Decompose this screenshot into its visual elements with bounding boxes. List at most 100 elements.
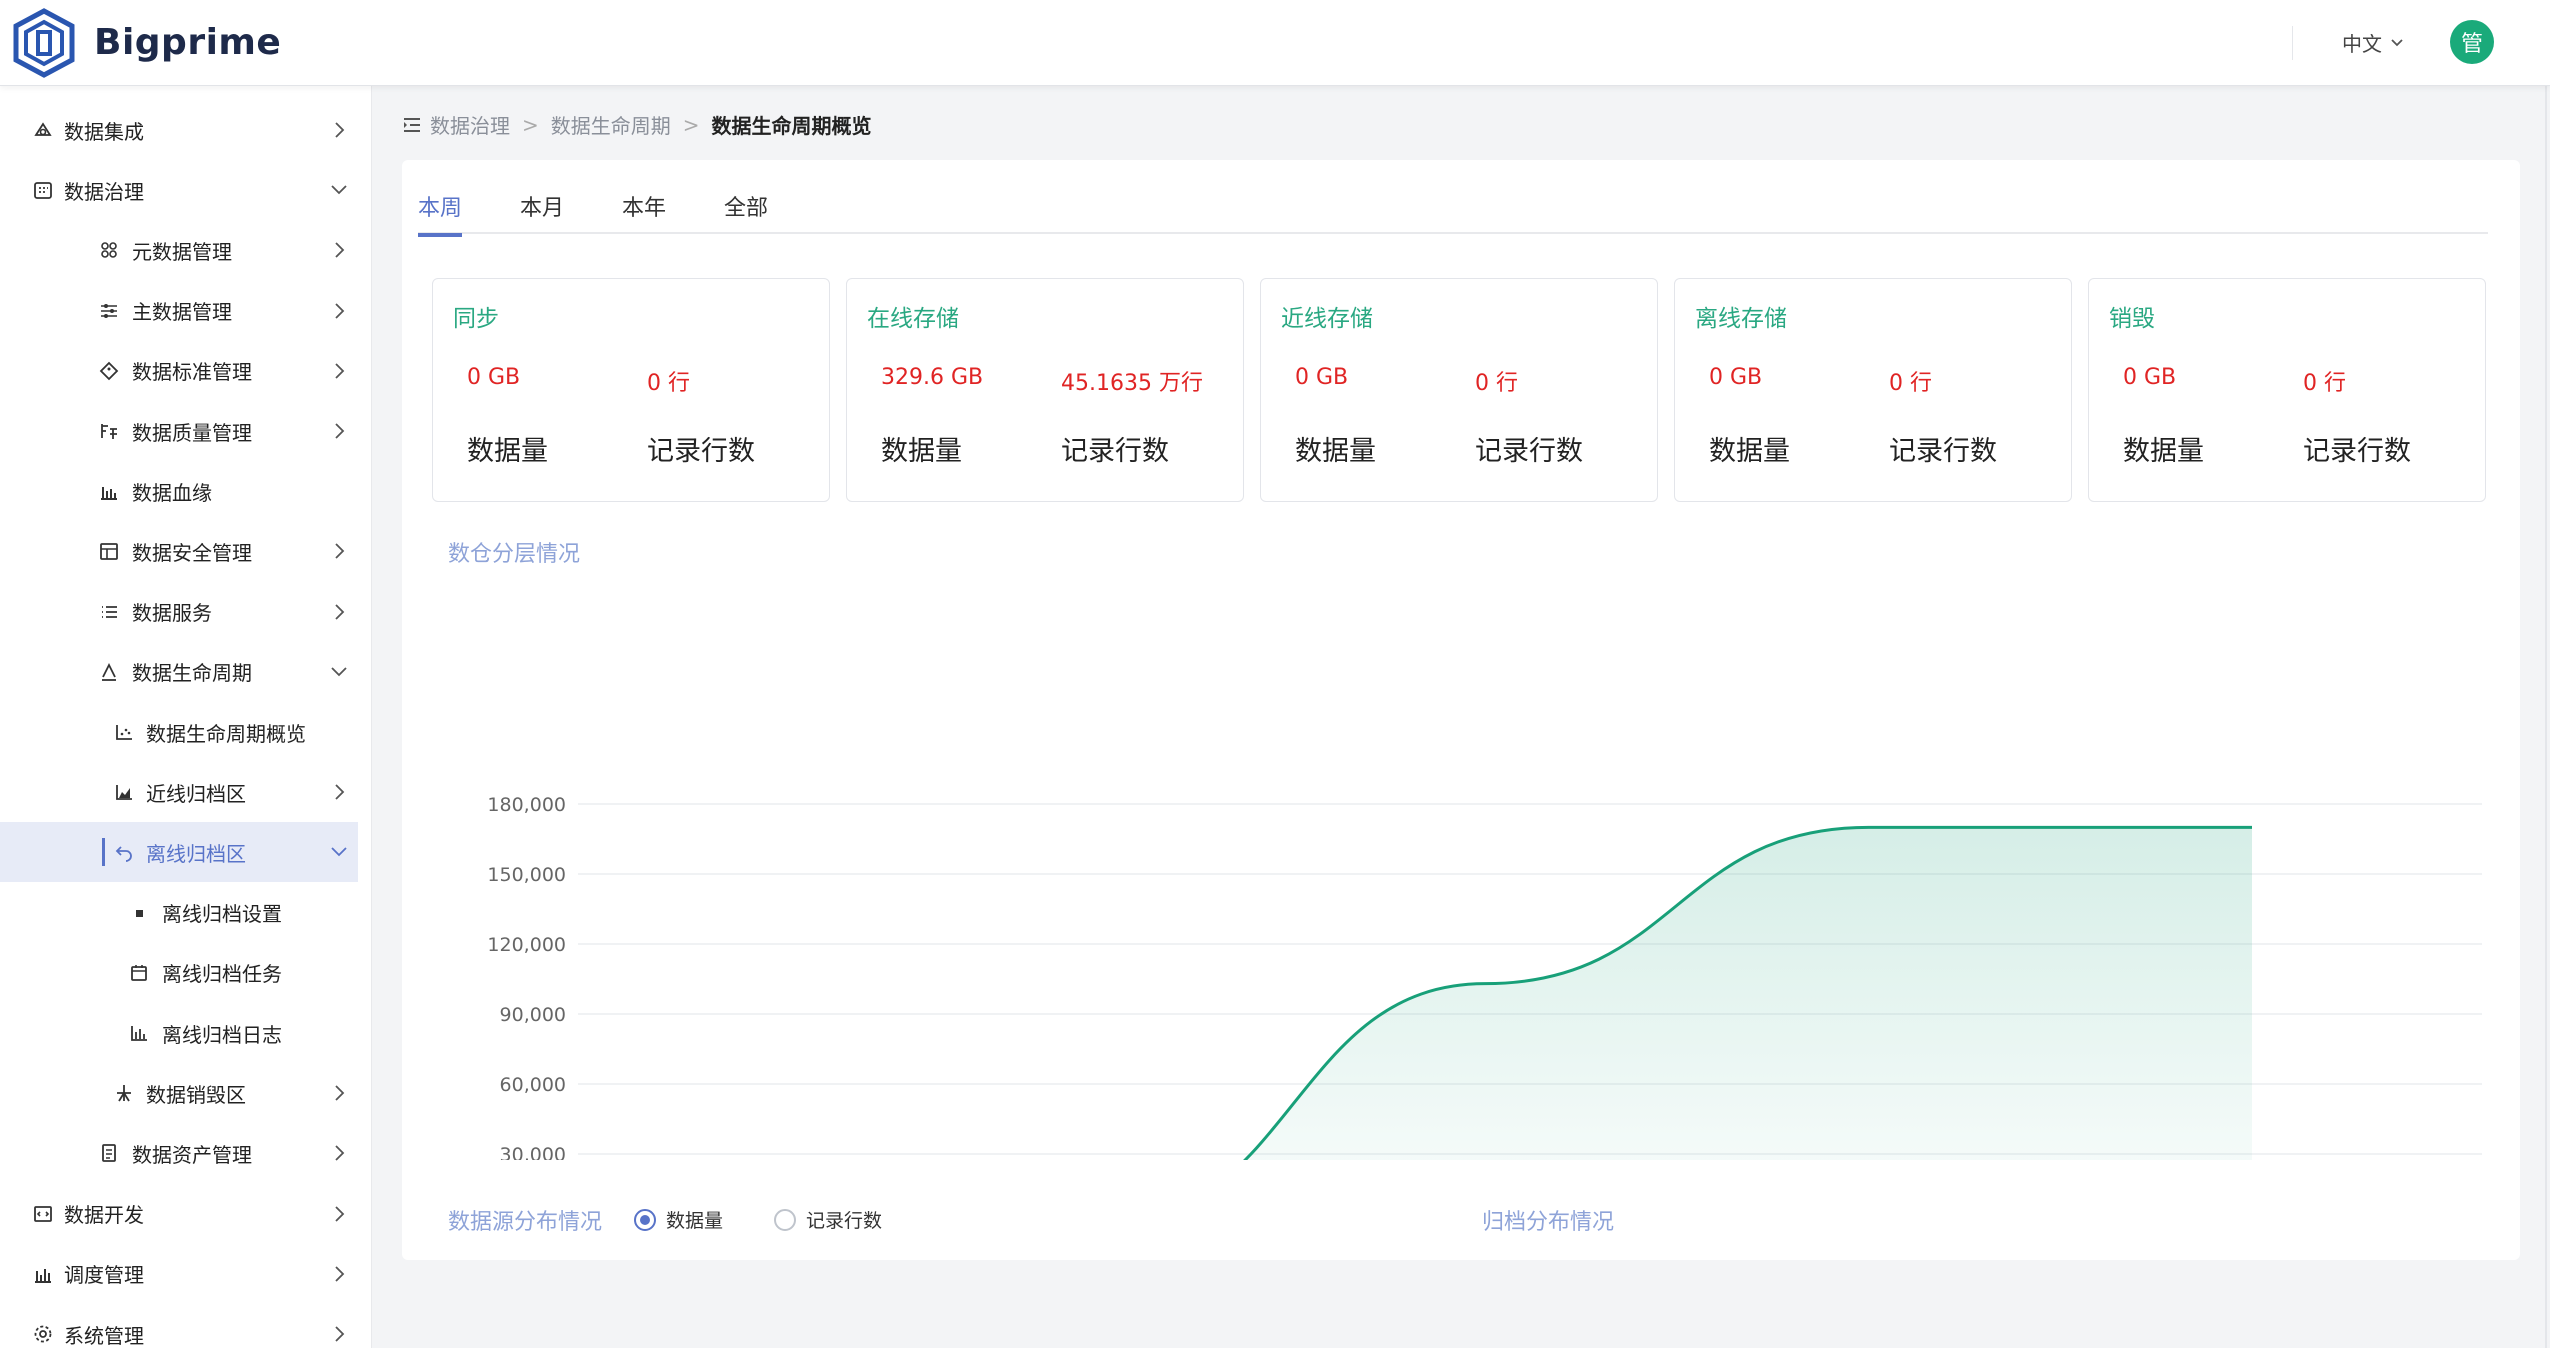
header-divider bbox=[2292, 26, 2293, 60]
sidebar-item[interactable]: 数据服务 bbox=[0, 582, 358, 642]
chevron-right-icon[interactable] bbox=[330, 302, 348, 320]
sidebar-item[interactable]: 主数据管理 bbox=[0, 281, 358, 341]
stat-size-value: 0 GB bbox=[2123, 365, 2177, 390]
chevron-right-icon[interactable] bbox=[330, 121, 348, 139]
chevron-right-icon[interactable] bbox=[330, 783, 348, 801]
radio-record-count[interactable]: 记录行数 bbox=[774, 1206, 882, 1233]
sidebar-item[interactable]: 数据开发 bbox=[0, 1184, 358, 1244]
language-switch[interactable]: 中文 bbox=[2342, 28, 2404, 57]
active-indicator bbox=[102, 838, 105, 867]
breadcrumb-current: 数据生命周期概览 bbox=[711, 114, 872, 138]
stat-card: 同步 0 GB 0 行数据量 记录行数 bbox=[432, 278, 830, 502]
stat-title: 销毁 bbox=[2109, 306, 2155, 332]
chevron-right-icon[interactable] bbox=[330, 1144, 348, 1162]
chevron-right-icon[interactable] bbox=[330, 241, 348, 259]
sidebar-item[interactable]: 数据血缘 bbox=[0, 461, 358, 521]
stat-rows-value: 0 行 bbox=[2303, 371, 2346, 396]
sidebar-item-label: 近线归档区 bbox=[146, 781, 246, 806]
stat-rows-value: 45.1635 万行 bbox=[1061, 371, 1203, 396]
radio-data-size[interactable]: 数据量 bbox=[634, 1206, 723, 1233]
stat-title: 离线存储 bbox=[1695, 306, 1787, 332]
sidebar-item[interactable]: 离线归档日志 bbox=[0, 1003, 358, 1063]
stat-size-value: 0 GB bbox=[1295, 365, 1349, 390]
sidebar-item[interactable]: 近线归档区 bbox=[0, 762, 358, 822]
stat-rows-value: 0 行 bbox=[1889, 371, 1932, 396]
column-chart-icon bbox=[131, 1026, 147, 1041]
sliders-icon bbox=[101, 303, 117, 318]
breadcrumb-separator: > bbox=[522, 112, 539, 137]
sidebar-item-label: 数据生命周期 bbox=[132, 661, 252, 686]
sidebar-item[interactable]: 调度管理 bbox=[0, 1244, 358, 1304]
stat-rows-value: 0 行 bbox=[1475, 371, 1518, 396]
sidebar-item-label: 数据安全管理 bbox=[132, 540, 252, 565]
sidebar-item[interactable]: 离线归档设置 bbox=[0, 883, 358, 943]
chevron-down-icon[interactable] bbox=[330, 181, 348, 199]
y-tick-label: 30,000 bbox=[500, 1144, 566, 1160]
sidebar: 数据集成 数据治理 元数据管理 主数据管理 数据标准管理数据质量管理数据血缘数据安全管理… bbox=[0, 86, 372, 1348]
radio-circle[interactable] bbox=[774, 1208, 796, 1231]
sidebar-item-label: 离线归档区 bbox=[146, 841, 246, 866]
sidebar-item[interactable]: 数据生命周期 bbox=[0, 642, 358, 702]
sidebar-item[interactable]: 数据治理 bbox=[0, 160, 358, 220]
tab-1[interactable]: 本周 bbox=[418, 190, 463, 237]
stat-size-value: 0 GB bbox=[1709, 365, 1763, 390]
layer-section-title: 数仓分层情况 bbox=[448, 542, 581, 567]
sidebar-item-label: 数据开发 bbox=[64, 1203, 144, 1228]
stat-rows-value: 0 行 bbox=[647, 371, 690, 396]
tab-3[interactable]: 本年 bbox=[622, 190, 666, 234]
chevron-right-icon[interactable] bbox=[330, 1205, 348, 1223]
sidebar-item[interactable]: 数据标准管理 bbox=[0, 341, 358, 401]
chevron-right-icon[interactable] bbox=[330, 1084, 348, 1102]
sidebar-item[interactable]: 系统管理 bbox=[0, 1304, 358, 1348]
sidebar-item[interactable]: 离线归档任务 bbox=[0, 943, 358, 1003]
stat-size-label: 数据量 bbox=[467, 436, 548, 467]
breadcrumb-item[interactable]: 数据生命周期 bbox=[551, 110, 671, 139]
chevron-down-icon[interactable] bbox=[330, 843, 348, 861]
sidebar-item[interactable]: 数据安全管理 bbox=[0, 521, 358, 581]
bigprime-logo-icon bbox=[13, 8, 75, 78]
chevron-right-icon[interactable] bbox=[330, 603, 348, 621]
stat-card: 销毁 0 GB 0 行数据量 记录行数 bbox=[2088, 278, 2486, 502]
stat-title: 在线存储 bbox=[867, 306, 959, 332]
language-label: 中文 bbox=[2342, 32, 2382, 56]
area-chart-icon bbox=[116, 785, 132, 801]
chevron-right-icon[interactable] bbox=[330, 1265, 348, 1283]
chevron-down-icon[interactable] bbox=[330, 663, 348, 681]
tag-icon bbox=[99, 361, 119, 381]
series-area bbox=[1245, 827, 2252, 1160]
sidebar-item-label: 数据服务 bbox=[132, 601, 212, 626]
radio-circle[interactable] bbox=[634, 1208, 656, 1231]
breadcrumb-item[interactable]: 数据治理 bbox=[430, 110, 510, 139]
menu-fold-icon[interactable] bbox=[402, 115, 422, 135]
sidebar-item[interactable]: 元数据管理 bbox=[0, 220, 358, 280]
chevron-right-icon[interactable] bbox=[330, 1325, 348, 1343]
quality-icon bbox=[101, 424, 117, 439]
right-edge-divider bbox=[2545, 86, 2547, 1348]
avatar[interactable]: 管 bbox=[2450, 20, 2494, 64]
source-section-title: 数据源分布情况 bbox=[448, 1210, 603, 1235]
sidebar-item[interactable]: 数据集成 bbox=[0, 100, 358, 160]
chevron-right-icon[interactable] bbox=[330, 422, 348, 440]
stat-size-value: 329.6 GB bbox=[881, 365, 984, 390]
tab-4[interactable]: 全部 bbox=[724, 190, 768, 234]
tab-2[interactable]: 本月 bbox=[520, 190, 564, 234]
sidebar-item-label: 系统管理 bbox=[64, 1323, 144, 1348]
sidebar-item[interactable]: 数据资产管理 bbox=[0, 1123, 358, 1183]
sidebar-item[interactable]: 数据销毁区 bbox=[0, 1063, 358, 1123]
list-icon bbox=[102, 605, 117, 618]
radio-label: 数据量 bbox=[666, 1210, 724, 1232]
brand-name: Bigprime bbox=[94, 22, 282, 63]
sidebar-item[interactable]: 数据生命周期概览 bbox=[0, 702, 358, 762]
y-tick-label: 60,000 bbox=[500, 1074, 566, 1096]
stat-size-label: 数据量 bbox=[2123, 436, 2204, 467]
chevron-right-icon[interactable] bbox=[330, 362, 348, 380]
chevron-right-icon[interactable] bbox=[330, 542, 348, 560]
calendar-grid-icon bbox=[34, 182, 52, 200]
sidebar-item-label: 数据质量管理 bbox=[132, 420, 252, 445]
cluster-icon bbox=[101, 242, 117, 259]
sidebar-item[interactable]: 离线归档区 bbox=[0, 822, 358, 883]
stat-card: 近线存储 0 GB 0 行数据量 记录行数 bbox=[1260, 278, 1658, 502]
sidebar-item[interactable]: 数据质量管理 bbox=[0, 401, 358, 461]
breadcrumb-separator: > bbox=[682, 112, 700, 137]
chevron-down-icon bbox=[2391, 38, 2403, 46]
